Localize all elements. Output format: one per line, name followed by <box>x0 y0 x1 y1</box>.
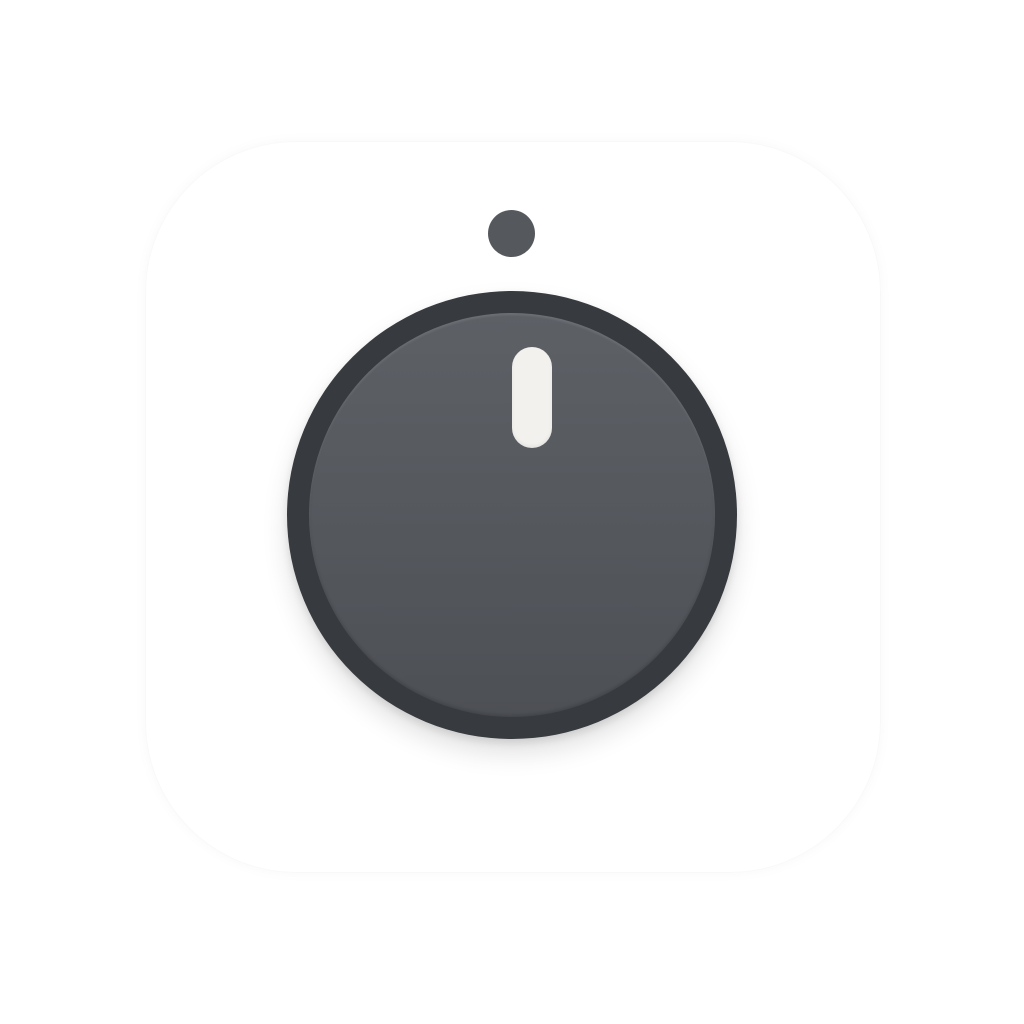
knob-face <box>309 313 715 717</box>
app-icon-canvas <box>0 0 1024 1024</box>
knob-pointer-icon <box>512 347 552 448</box>
indicator-dot <box>488 210 535 257</box>
rotary-knob[interactable] <box>287 291 737 739</box>
